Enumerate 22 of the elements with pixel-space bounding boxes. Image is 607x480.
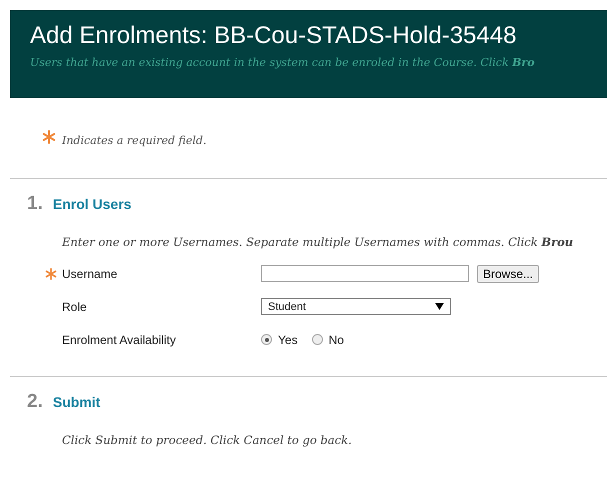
page-title: Add Enrolments: BB-Cou-STADS-Hold-35448 (30, 21, 518, 51)
field-label: Username (62, 266, 118, 280)
field-label: Enrolment Availability (62, 332, 176, 346)
section-title: Submit (52, 394, 100, 410)
step-number: 2. (27, 391, 43, 413)
asterisk-icon (45, 268, 57, 280)
role-dropdown[interactable]: Student (261, 298, 451, 315)
page-description: Users that have an existing account in the system can be enroled in the Course. Click Bro (30, 56, 536, 69)
browse-button[interactable]: Browse... (477, 264, 540, 282)
instructions: Enter one or more Usernames. Separate multiple Usernames with commas. Click Brou (62, 235, 574, 249)
dropdown-arrow-icon (435, 303, 444, 310)
instructions: Click Submit to proceed. Click Cancel to go back. (62, 433, 353, 447)
radio-label[interactable]: No (328, 332, 344, 346)
asterisk-icon (42, 130, 56, 144)
field-label: Role (62, 300, 87, 314)
step-number: 1. (27, 193, 43, 215)
radio-label[interactable]: Yes (278, 332, 298, 346)
required-note: Indicates a required field. (62, 134, 206, 146)
username-field[interactable] (261, 265, 469, 282)
radio-button[interactable] (312, 334, 323, 345)
section-title: Enrol Users (52, 196, 132, 212)
radio-button[interactable] (261, 334, 272, 345)
